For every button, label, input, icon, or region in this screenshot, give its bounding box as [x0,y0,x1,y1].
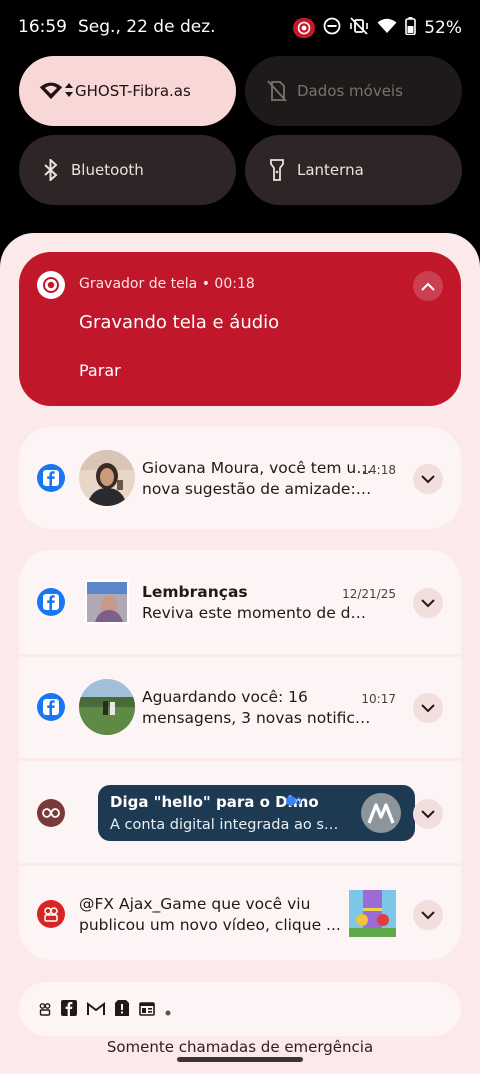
promo-body: A conta digital integrada ao sm... [110,817,345,833]
facebook-icon [37,464,65,492]
recorder-separator: • [201,276,210,292]
notification-line-1: Giovana Moura, você tem uma [142,459,372,477]
speech-icon [285,795,303,815]
recorder-app-name: Gravador de tela [79,276,198,292]
overflow-icons [39,1000,171,1020]
motorola-logo-icon [361,793,401,833]
do-not-disturb-icon [323,17,341,39]
wifi-icon [377,18,397,38]
notification-time: 10:17 [361,692,396,706]
notification-row[interactable]: Lembranças Reviva este momento de dezem.… [19,550,461,654]
recorder-title: Gravando tela e áudio [79,312,280,333]
motorola-icon [37,799,65,827]
notification-line-2: nova sugestão de amizade: I... [142,480,372,498]
notification-text: Giovana Moura, você tem uma nova sugestã… [142,458,372,500]
flashlight-icon [265,158,289,182]
bluetooth-icon [39,158,63,182]
notification-text: Lembranças Reviva este momento de dezem.… [142,582,372,624]
gmail-icon [87,1001,105,1020]
recorder-elapsed: 00:18 [214,276,255,292]
status-icons: 52% [293,15,462,41]
tile-bluetooth[interactable]: Bluetooth [19,135,236,205]
screen-recorder-notification[interactable]: Gravador de tela • 00:18 Gravando tela e… [19,252,461,406]
screen-record-icon [293,18,316,38]
data-arrows-icon [65,82,73,101]
notification-title: Lembranças [142,583,248,601]
date: Seg., 22 de dez. [78,17,216,37]
memory-thumbnail [85,580,129,624]
facebook-icon [37,588,65,616]
notification-line-2: mensagens, 3 novas notifica... [142,709,372,727]
avatar [79,679,135,735]
shade-drag-handle[interactable] [177,1057,303,1062]
clock: 16:59 [18,17,67,37]
alert-icon [115,1000,129,1020]
battery-percent: 52% [424,18,462,38]
chevron-down-icon[interactable] [413,693,443,723]
tile-wifi-label: GHOST-Fibra.as [75,82,191,100]
promo-banner[interactable]: Diga "hello" para o Dimo A conta digital… [98,785,415,841]
notification-line-1: Aguardando você: 16 [142,688,308,706]
notification-line-2: Reviva este momento de dezem... [142,604,372,622]
notification-overflow-shelf[interactable] [19,982,461,1036]
tile-bluetooth-label: Bluetooth [71,161,144,179]
notification-text: @FX Ajax_Game que você viu publicou um n… [79,894,354,936]
avatar [79,450,135,506]
notification-group: Lembranças Reviva este momento de dezem.… [19,550,461,960]
notification-row[interactable]: Diga "hello" para o Dimo A conta digital… [19,761,461,863]
notification-row[interactable]: Aguardando você: 16 mensagens, 3 novas n… [19,657,461,758]
notification-card[interactable]: Giovana Moura, você tem uma nova sugestã… [19,427,461,529]
facebook-icon [61,1000,77,1020]
chevron-down-icon[interactable] [413,464,443,494]
facebook-icon [37,693,65,721]
chevron-down-icon[interactable] [413,799,443,829]
tile-mobile-data[interactable]: Dados móveis [245,56,462,126]
notification-line-1: @FX Ajax_Game que você viu [79,895,311,913]
tile-flashlight-label: Lanterna [297,161,364,179]
video-thumbnail [349,890,396,937]
tile-flashlight[interactable]: Lanterna [245,135,462,205]
tile-mobile-data-label: Dados móveis [297,82,403,100]
screen-record-icon [37,271,65,299]
status-bar: 16:59 Seg., 22 de dez. 52% [0,0,480,56]
notification-row[interactable]: @FX Ajax_Game que você viu publicou um n… [19,866,461,960]
threads-icon [39,1001,51,1020]
news-icon [139,1001,155,1020]
notification-time: 12/21/25 [342,587,396,601]
youtube-creator-icon [37,900,65,928]
battery-icon [405,17,417,39]
emergency-calls-only: Somente chamadas de emergência [106,1038,374,1056]
stop-button[interactable]: Parar [79,361,121,380]
wifi-icon [39,79,63,103]
tile-wifi[interactable]: GHOST-Fibra.as [19,56,236,126]
recorder-header: Gravador de tela • 00:18 [79,276,255,292]
chevron-up-icon[interactable] [413,271,443,301]
notification-time: 14:18 [361,463,396,477]
chevron-down-icon[interactable] [413,900,443,930]
notification-line-2: publicou um novo vídeo, clique ... [79,916,341,934]
no-sim-icon [265,79,289,103]
vibrate-off-icon [349,17,369,39]
more-dot-icon [165,1001,171,1020]
chevron-down-icon[interactable] [413,588,443,618]
notification-text: Aguardando você: 16 mensagens, 3 novas n… [142,687,372,729]
